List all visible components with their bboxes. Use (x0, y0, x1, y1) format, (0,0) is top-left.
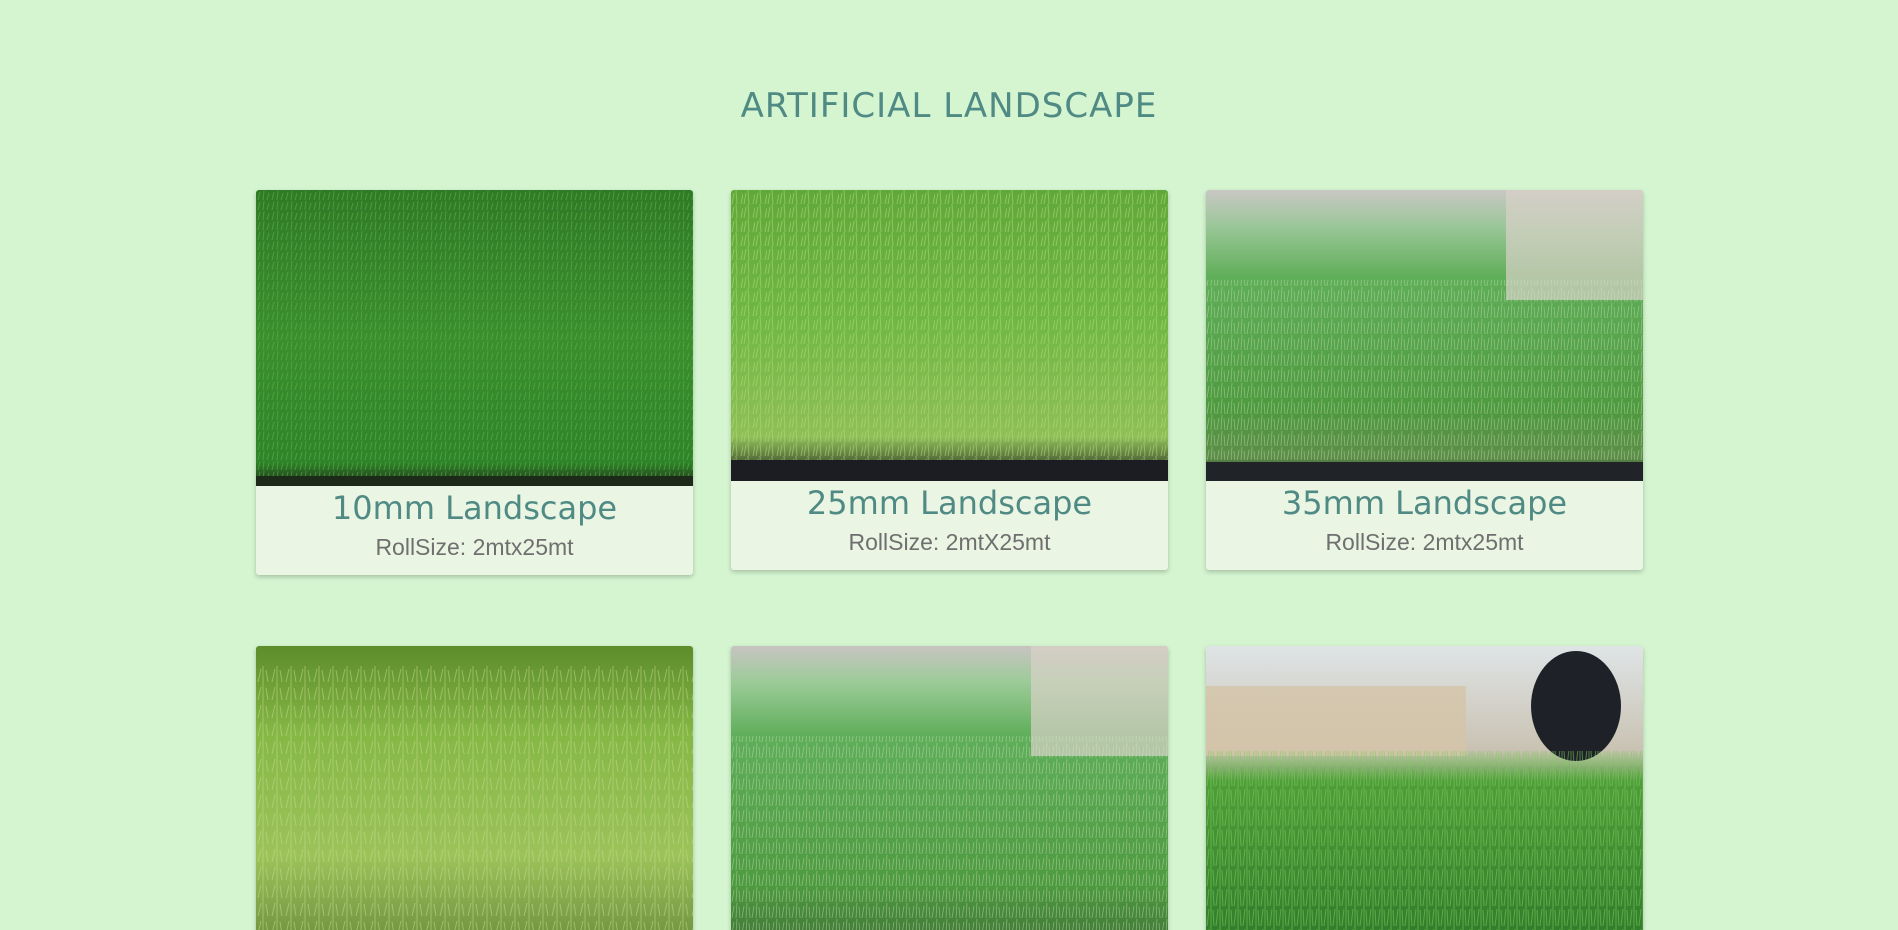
product-name: 25mm Landscape (806, 484, 1093, 522)
product-roll-size: RollSize: 2mtX25mt (848, 529, 1051, 555)
product-card-35mm[interactable]: 35mm Landscape RollSize: 2mtx25mt (1206, 190, 1643, 570)
product-card-25mm[interactable]: 25mm Landscape RollSize: 2mtX25mt (731, 190, 1168, 570)
medium-grass-photo (731, 190, 1168, 481)
product-photo[interactable] (1206, 646, 1643, 930)
product-photo[interactable] (1206, 190, 1643, 481)
product-card-6[interactable] (1206, 646, 1643, 930)
product-photo[interactable] (731, 190, 1168, 481)
product-card-4[interactable] (256, 646, 693, 930)
product-photo[interactable] (256, 646, 693, 930)
grass-edge-photo (1206, 646, 1643, 930)
product-card-5[interactable] (731, 646, 1168, 930)
short-dense-grass-photo (256, 190, 693, 486)
tall-grass-photo (1206, 190, 1643, 481)
product-roll-size: RollSize: 2mtx25mt (375, 534, 574, 560)
product-photo[interactable] (256, 190, 693, 486)
product-photo[interactable] (731, 646, 1168, 930)
natural-grass-photo (256, 646, 693, 930)
product-card-10mm[interactable]: 10mm Landscape RollSize: 2mtx25mt (256, 190, 693, 575)
product-roll-size: RollSize: 2mtx25mt (1325, 529, 1524, 555)
tall-grass-closeup-photo (731, 646, 1168, 930)
page-title: ARTIFICIAL LANDSCAPE (740, 86, 1158, 126)
product-name: 10mm Landscape (331, 489, 618, 527)
product-name: 35mm Landscape (1281, 484, 1568, 522)
